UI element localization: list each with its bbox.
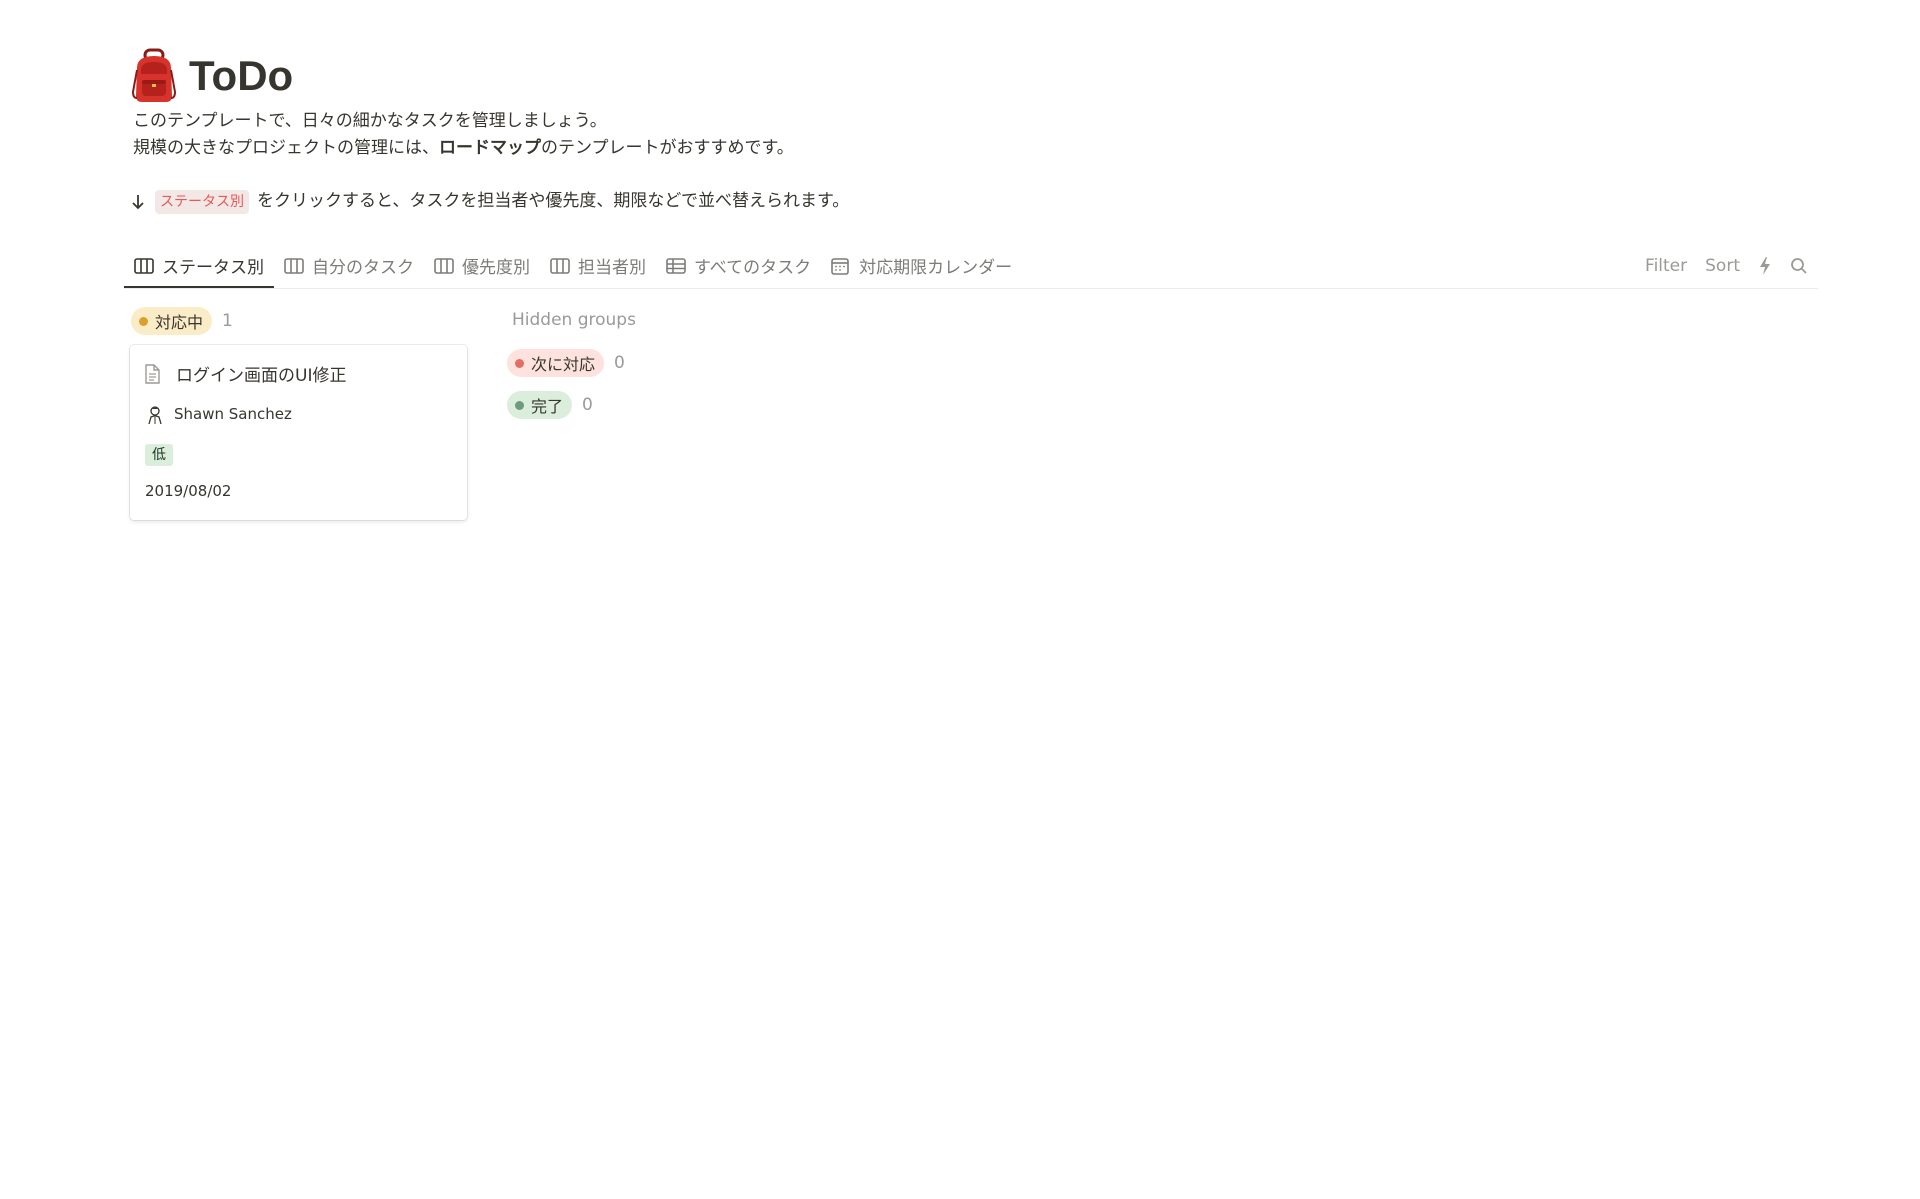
- group-count: 0: [614, 353, 625, 373]
- status-dot: [515, 400, 524, 410]
- status-label: 次に対応: [531, 355, 596, 374]
- hint-text: をクリックすると、タスクを担当者や優先度、期限などで並べ替えられます。: [257, 191, 850, 211]
- description-line-2-start: 規模の大きなプロジェクトの管理には、: [133, 138, 439, 158]
- hidden-group-next[interactable]: 次に対応 0: [507, 349, 625, 377]
- tab-by-assignee[interactable]: 担当者別: [540, 245, 656, 286]
- page-title[interactable]: ToDo: [189, 50, 293, 102]
- document-icon: [144, 363, 162, 384]
- tab-label: ステータス別: [162, 258, 264, 278]
- card-assignee: Shawn Sanchez: [146, 405, 292, 425]
- status-label: 完了: [531, 397, 564, 416]
- card-title: ログイン画面のUI修正: [144, 361, 346, 386]
- status-label: 対応中: [155, 313, 204, 332]
- lightning-icon[interactable]: [1758, 256, 1772, 276]
- group-count: 1: [222, 311, 233, 331]
- avatar: [146, 405, 164, 425]
- assignee-name: Shawn Sanchez: [174, 405, 292, 423]
- tab-by-priority[interactable]: 優先度別: [424, 245, 540, 286]
- hint-line: ステータス別 をクリックすると、タスクを担当者や優先度、期限などで並べ替えられま…: [131, 188, 849, 215]
- board-icon: [550, 256, 570, 276]
- tab-my-tasks[interactable]: 自分のタスク: [274, 245, 424, 286]
- filter-button[interactable]: Filter: [1645, 256, 1687, 276]
- backpack-icon[interactable]: [131, 48, 177, 104]
- group-header-in-progress[interactable]: 対応中 1: [131, 307, 233, 335]
- table-icon: [666, 256, 686, 276]
- priority-tag: 低: [145, 444, 173, 466]
- board-icon: [434, 256, 454, 276]
- view-toolbar: Filter Sort: [1645, 245, 1808, 286]
- description-line-1: このテンプレートで、日々の細かなタスクを管理しましょう。: [133, 111, 607, 131]
- status-dot: [139, 316, 148, 326]
- task-card[interactable]: ログイン画面のUI修正 Shawn Sanchez 低 2019/08/02: [130, 345, 467, 520]
- status-pill[interactable]: 完了: [507, 391, 573, 419]
- tab-label: 対応期限カレンダー: [859, 258, 1013, 278]
- arrow-down-icon: [131, 192, 149, 212]
- card-title-text: ログイン画面のUI修正: [176, 366, 347, 386]
- card-date: 2019/08/02: [145, 482, 232, 500]
- hidden-group-done[interactable]: 完了 0: [507, 391, 593, 419]
- tab-label: 担当者別: [578, 258, 646, 278]
- tab-label: 自分のタスク: [312, 258, 414, 278]
- group-count: 0: [582, 395, 593, 415]
- search-icon[interactable]: [1790, 257, 1808, 275]
- page-header: ToDo: [131, 48, 293, 104]
- board-icon: [284, 256, 304, 276]
- tab-due-calendar[interactable]: 対応期限カレンダー: [821, 245, 1022, 286]
- view-tabs: ステータス別 自分のタスク 優先度別 担当者別 すべてのタスク 対応期限カレンダ…: [124, 245, 1022, 288]
- sort-button[interactable]: Sort: [1705, 256, 1740, 276]
- tab-label: 優先度別: [462, 258, 530, 278]
- description-line-2: 規模の大きなプロジェクトの管理には、ロードマップのテンプレートがおすすめです。: [133, 135, 794, 162]
- status-pill[interactable]: 対応中: [131, 307, 213, 335]
- hidden-groups-title: Hidden groups: [512, 310, 636, 330]
- tab-all-tasks[interactable]: すべてのタスク: [656, 245, 821, 286]
- status-pill[interactable]: 次に対応: [507, 349, 605, 377]
- tab-label: すべてのタスク: [694, 258, 812, 278]
- tab-status[interactable]: ステータス別: [124, 245, 274, 288]
- calendar-icon: [831, 256, 851, 276]
- description-line-2-end: のテンプレートがおすすめです。: [541, 138, 794, 158]
- page-description: このテンプレートで、日々の細かなタスクを管理しましょう。 規模の大きなプロジェク…: [133, 108, 794, 162]
- roadmap-bold-text: ロードマップ: [439, 138, 541, 158]
- view-tabbar: ステータス別 自分のタスク 優先度別 担当者別 すべてのタスク 対応期限カレンダ…: [124, 245, 1818, 289]
- status-inline-code: ステータス別: [155, 189, 249, 214]
- board-icon: [134, 256, 154, 276]
- status-dot: [515, 358, 524, 368]
- page: ToDo このテンプレートで、日々の細かなタスクを管理しましょう。 規模の大きな…: [0, 0, 1920, 1199]
